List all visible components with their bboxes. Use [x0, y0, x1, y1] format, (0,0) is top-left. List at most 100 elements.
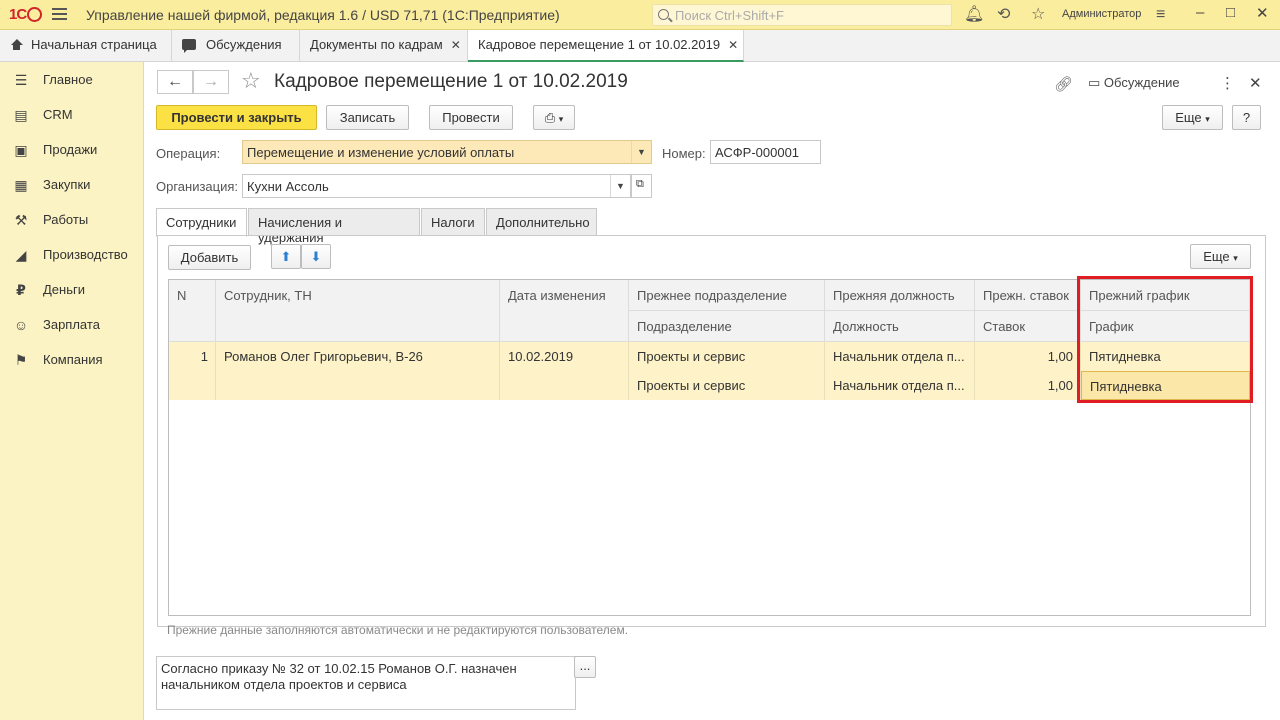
- bell-icon[interactable]: 🔔︎: [964, 5, 984, 25]
- settings-menu-icon[interactable]: ≡: [1156, 5, 1165, 25]
- open-tabs-bar: Начальная страница Обсуждения Документы …: [0, 30, 1280, 62]
- people-icon: ☺: [13, 317, 29, 333]
- sidebar-item-purchases[interactable]: ▦ Закупки: [0, 170, 144, 200]
- organization-select[interactable]: Кухни Ассоль ▼: [242, 174, 631, 198]
- basket-icon: ▣: [14, 142, 28, 158]
- arrow-up-icon: ⬆: [280, 249, 292, 264]
- post-button[interactable]: Провести: [429, 105, 513, 130]
- column-header-prev-dept[interactable]: Прежнее подразделение: [629, 280, 825, 311]
- tab-additional[interactable]: Дополнительно: [486, 208, 597, 236]
- operation-label: Операция:: [156, 146, 221, 161]
- sidebar: ☰ Главное ▤ CRM ▣ Продажи ▦ Закупки ⚒ Работы …: [0, 62, 144, 720]
- column-header-employee[interactable]: Сотрудник, ТН: [216, 280, 500, 342]
- sidebar-item-label: Главное: [43, 72, 93, 87]
- cell-n[interactable]: 1: [169, 342, 216, 400]
- star-icon[interactable]: ☆: [1031, 5, 1045, 25]
- tab-label: Кадровое перемещение 1 от 10.02.2019: [478, 37, 721, 52]
- back-button[interactable]: ←: [157, 70, 193, 94]
- comment-expand-button[interactable]: ...: [574, 656, 596, 678]
- app-logo[interactable]: 1С: [9, 6, 43, 23]
- contacts-icon: ▤: [14, 107, 28, 123]
- comment-field[interactable]: Согласно приказу № 32 от 10.02.15 Романо…: [156, 656, 576, 710]
- chevron-down-icon[interactable]: ▼: [610, 175, 630, 197]
- cell-dept[interactable]: Проекты и сервис: [629, 371, 825, 400]
- title-bar: 1С Управление нашей фирмой, редакция 1.6…: [0, 0, 1280, 30]
- minimize-icon[interactable]: –: [1196, 4, 1204, 21]
- close-form-icon[interactable]: ✕: [1249, 74, 1262, 92]
- column-header-rate[interactable]: Ставок: [975, 311, 1081, 342]
- tab-discussions[interactable]: Обсуждения: [172, 30, 300, 61]
- sidebar-item-crm[interactable]: ▤ CRM: [0, 100, 144, 130]
- sidebar-item-production[interactable]: ◢ Производство: [0, 240, 144, 270]
- cell-rate[interactable]: 1,00: [975, 371, 1081, 400]
- print-button[interactable]: ⎙ ▾: [533, 105, 575, 130]
- main-menu-icon[interactable]: [52, 8, 67, 23]
- organization-value: Кухни Ассоль: [247, 179, 329, 194]
- tab-transfer-document[interactable]: Кадровое перемещение 1 от 10.02.2019 ✕: [468, 30, 744, 62]
- number-label: Номер:: [662, 146, 706, 161]
- number-field[interactable]: АСФР-000001: [710, 140, 821, 164]
- column-header-prev-rate[interactable]: Прежн. ставок: [975, 280, 1081, 311]
- save-button[interactable]: Записать: [326, 105, 409, 130]
- close-tab-icon[interactable]: ✕: [451, 38, 461, 52]
- tab-taxes[interactable]: Налоги: [421, 208, 485, 236]
- list-icon: ☰: [14, 72, 28, 88]
- user-name[interactable]: Администратор: [1062, 8, 1141, 20]
- forward-button[interactable]: →: [193, 70, 229, 94]
- move-down-button[interactable]: ⬇: [301, 244, 331, 269]
- add-button[interactable]: Добавить: [168, 245, 251, 270]
- cell-prev-position[interactable]: Начальник отдела п...: [825, 342, 975, 371]
- chat-icon: [182, 39, 196, 53]
- sidebar-item-sales[interactable]: ▣ Продажи: [0, 135, 144, 165]
- discussion-label: Обсуждение: [1103, 75, 1180, 90]
- sidebar-item-label: Производство: [43, 247, 128, 262]
- document-title: Кадровое перемещение 1 от 10.02.2019: [274, 71, 628, 92]
- cell-date[interactable]: 10.02.2019: [500, 342, 629, 400]
- operation-select[interactable]: Перемещение и изменение условий оплаты ▼: [242, 140, 652, 164]
- more-label: Еще: [1175, 110, 1202, 125]
- column-header-position[interactable]: Должность: [825, 311, 975, 342]
- search-input[interactable]: Поиск Ctrl+Shift+F: [652, 4, 952, 26]
- factory-icon: ◢: [15, 247, 27, 263]
- cell-position[interactable]: Начальник отдела п...: [825, 371, 975, 400]
- sidebar-item-main[interactable]: ☰ Главное: [0, 65, 144, 95]
- app-logo-text: 1С: [9, 6, 27, 23]
- cell-prev-rate[interactable]: 1,00: [975, 342, 1081, 371]
- sidebar-item-salary[interactable]: ☺ Зарплата: [0, 310, 144, 340]
- table-more-button[interactable]: Еще ▾: [1190, 244, 1251, 269]
- tab-hr-documents[interactable]: Документы по кадрам ✕: [300, 30, 468, 61]
- sidebar-item-company[interactable]: ⚑ Компания: [0, 345, 144, 375]
- more-button[interactable]: Еще ▾: [1162, 105, 1223, 130]
- sidebar-item-money[interactable]: ₽ Деньги: [0, 275, 144, 305]
- grid-icon: ▦: [14, 177, 28, 193]
- post-and-close-button[interactable]: Провести и закрыть: [156, 105, 317, 130]
- sidebar-item-label: Закупки: [43, 177, 91, 192]
- link-icon[interactable]: 🔗︎: [1054, 75, 1073, 93]
- more-actions-icon[interactable]: ⋮: [1220, 74, 1235, 92]
- tab-employees[interactable]: Сотрудники: [156, 208, 247, 237]
- sidebar-item-label: CRM: [43, 107, 73, 122]
- move-up-button[interactable]: ⬆: [271, 244, 301, 269]
- favorite-star-icon[interactable]: ☆: [241, 68, 261, 94]
- discussion-button[interactable]: ▭ Обсуждение: [1088, 75, 1180, 91]
- printer-icon: ⎙: [544, 110, 556, 125]
- cell-employee[interactable]: Романов Олег Григорьевич, В-26: [216, 342, 500, 400]
- tab-home[interactable]: Начальная страница: [0, 30, 172, 61]
- chevron-down-icon[interactable]: ▼: [631, 141, 651, 163]
- cell-prev-dept[interactable]: Проекты и сервис: [629, 342, 825, 371]
- sidebar-item-works[interactable]: ⚒ Работы: [0, 205, 144, 235]
- column-header-prev-position[interactable]: Прежняя должность: [825, 280, 975, 311]
- close-tab-icon[interactable]: ✕: [728, 38, 738, 52]
- sidebar-item-label: Продажи: [43, 142, 98, 157]
- column-header-n[interactable]: N: [169, 280, 216, 342]
- column-header-date[interactable]: Дата изменения: [500, 280, 629, 342]
- history-icon[interactable]: ⟲: [997, 5, 1010, 25]
- home-icon: [10, 39, 23, 50]
- column-header-dept[interactable]: Подразделение: [629, 311, 825, 342]
- tab-accruals[interactable]: Начисления и удержания: [248, 208, 420, 245]
- help-button[interactable]: ?: [1232, 105, 1261, 130]
- open-organization-icon[interactable]: ⧉: [631, 174, 652, 198]
- close-window-icon[interactable]: ✕: [1256, 4, 1269, 22]
- maximize-icon[interactable]: □: [1226, 4, 1235, 21]
- search-placeholder: Поиск Ctrl+Shift+F: [675, 8, 784, 23]
